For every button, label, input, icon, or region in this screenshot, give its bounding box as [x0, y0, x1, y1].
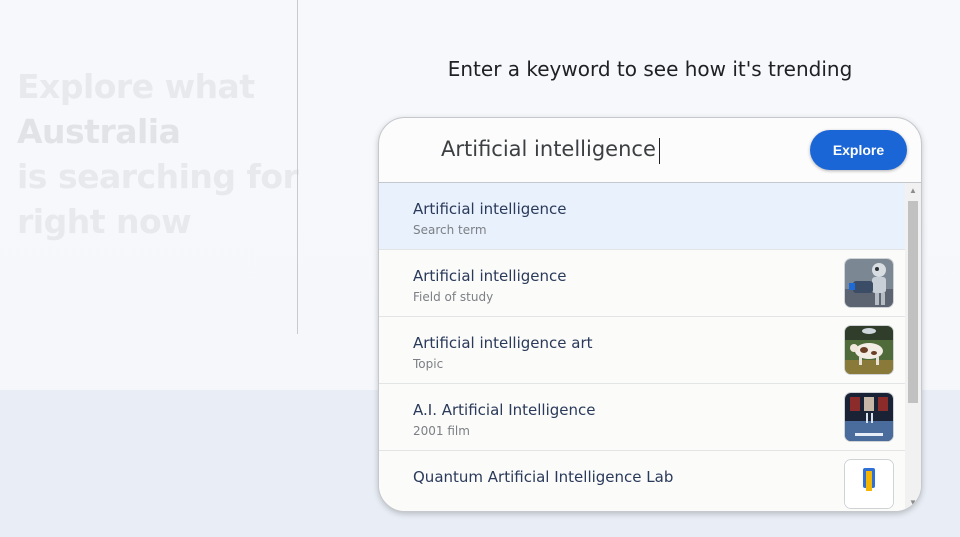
suggestion-subtitle: Search term	[413, 223, 487, 237]
hero-line-country: Australia	[17, 112, 181, 151]
search-card: Explore Artificial intelligence Search t…	[378, 117, 922, 512]
suggestion-title: Artificial intelligence art	[413, 334, 593, 352]
suggestion-subtitle: Topic	[413, 357, 444, 371]
scrollbar-thumb[interactable]	[908, 201, 918, 403]
hero-line-4: right now	[17, 202, 192, 241]
hero-line-1: Explore what	[17, 67, 255, 106]
search-bar: Explore	[379, 118, 921, 183]
explore-button[interactable]: Explore	[810, 130, 907, 170]
search-input[interactable]	[441, 132, 761, 166]
suggestion-item[interactable]: Artificial intelligence art Topic	[379, 317, 905, 384]
suggestion-title: Artificial intelligence	[413, 267, 567, 285]
hero-heading: Explore what Australia is searching for …	[17, 64, 299, 244]
suggestion-subtitle: Field of study	[413, 290, 494, 304]
lab-logo-image	[844, 459, 894, 509]
robot-image	[844, 258, 894, 308]
scrollbar[interactable]: ▲ ▼	[905, 183, 921, 511]
scroll-up-arrow-icon[interactable]: ▲	[905, 183, 921, 199]
film-poster-image	[844, 392, 894, 442]
vertical-divider	[297, 0, 298, 334]
hero-line-3: is searching for	[17, 157, 299, 196]
suggestion-item[interactable]: Artificial intelligence Search term	[379, 183, 905, 250]
suggestion-item[interactable]: Artificial intelligence Field of study	[379, 250, 905, 317]
suggestion-title: Quantum Artificial Intelligence Lab	[413, 468, 674, 486]
suggestion-item[interactable]: A.I. Artificial Intelligence 2001 film	[379, 384, 905, 451]
suggestion-subtitle: 2001 film	[413, 424, 470, 438]
scroll-down-arrow-icon[interactable]: ▼	[905, 495, 921, 511]
text-cursor	[659, 138, 660, 164]
search-prompt: Enter a keyword to see how it's trending	[447, 57, 853, 81]
suggestion-list: Artificial intelligence Search term Arti…	[379, 183, 905, 511]
suggestion-title: A.I. Artificial Intelligence	[413, 401, 596, 419]
suggestion-title: Artificial intelligence	[413, 200, 567, 218]
suggestion-item[interactable]: Quantum Artificial Intelligence Lab	[379, 451, 905, 511]
cow-image	[844, 325, 894, 375]
